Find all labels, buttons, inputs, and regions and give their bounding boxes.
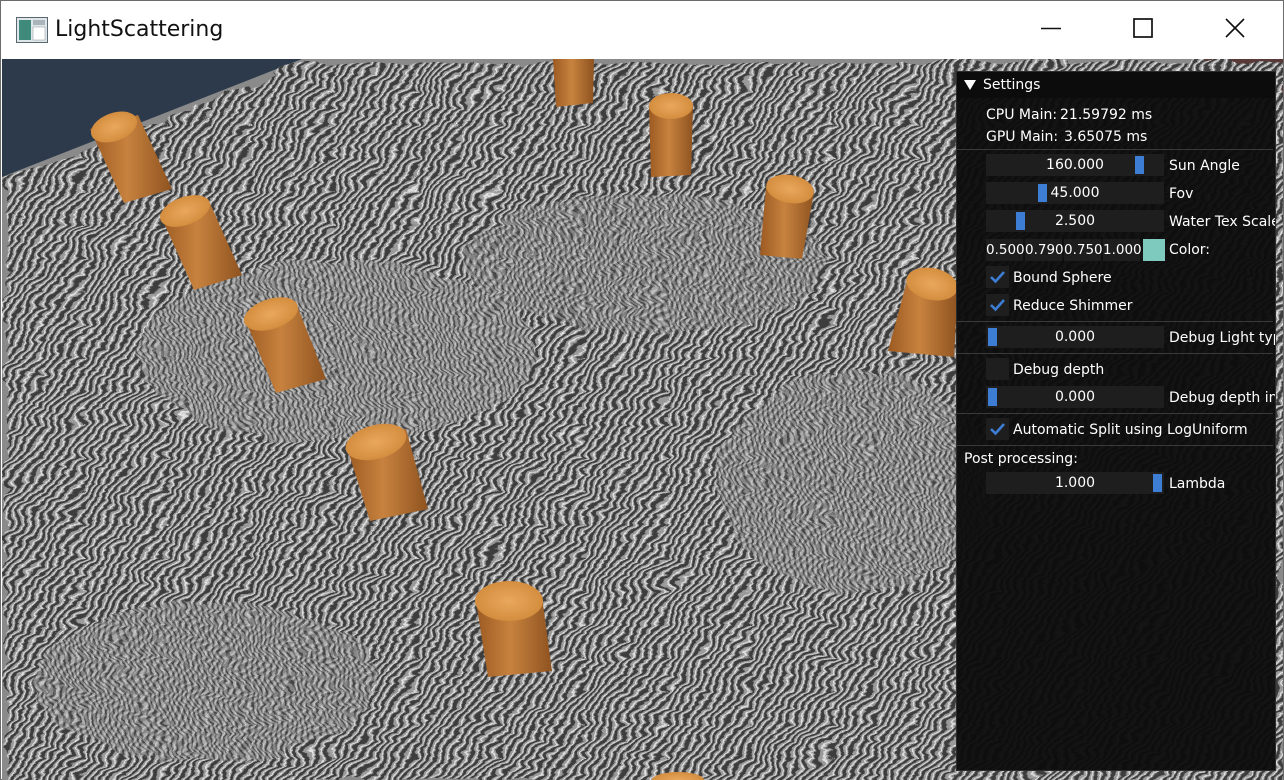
gpu-value: 3.65075 ms — [1064, 129, 1148, 145]
water-tex-scale-value: 2.500 — [1054, 213, 1096, 229]
cpu-value: 21.59792 ms — [1060, 107, 1153, 123]
slider-grab[interactable] — [1153, 474, 1162, 492]
color-r-field[interactable]: 0.500 — [986, 239, 1025, 261]
wooden-post — [553, 59, 594, 107]
lambda-label: Lambda — [1169, 476, 1226, 492]
separator — [957, 353, 1273, 354]
bound-sphere-checkbox[interactable] — [986, 266, 1009, 288]
fov-label: Fov — [1169, 186, 1194, 202]
color-a-field[interactable]: 1.000 — [1103, 239, 1142, 261]
slider-grab[interactable] — [988, 388, 997, 406]
lambda-slider[interactable]: 1.000 — [986, 472, 1164, 494]
color-g-field[interactable]: 0.790 — [1025, 239, 1064, 261]
slider-grab[interactable] — [1016, 212, 1025, 230]
cpu-label: CPU Main: — [986, 107, 1058, 123]
sun-angle-label: Sun Angle — [1169, 158, 1240, 174]
post-processing-label: Post processing: — [964, 451, 1078, 467]
settings-panel[interactable]: Settings CPU Main: 21.59792 ms GPU Main:… — [956, 71, 1276, 771]
color-swatch[interactable] — [1143, 239, 1165, 261]
window-title: LightScattering — [55, 17, 224, 42]
slider-grab[interactable] — [1135, 156, 1144, 174]
wooden-post — [475, 581, 552, 677]
app-window: LightScattering Settings CPU Main: 21.59… — [0, 0, 1284, 780]
settings-title: Settings — [983, 77, 1041, 93]
debug-depth-index-slider[interactable]: 0.000 — [986, 386, 1164, 408]
settings-header[interactable]: Settings — [957, 72, 1275, 98]
water-tex-scale-slider[interactable]: 2.500 — [986, 210, 1164, 232]
gpu-label: GPU Main: — [986, 129, 1059, 145]
fov-value: 45.000 — [1050, 185, 1100, 201]
minimize-button[interactable] — [1005, 1, 1097, 59]
bound-sphere-label: Bound Sphere — [1013, 270, 1112, 286]
maximize-icon — [1133, 17, 1153, 43]
separator — [957, 321, 1273, 322]
fov-slider[interactable]: 45.000 — [986, 182, 1164, 204]
reduce-shimmer-label: Reduce Shimmer — [1013, 298, 1133, 314]
color-b-field[interactable]: 0.750 — [1064, 239, 1103, 261]
slider-grab[interactable] — [988, 328, 997, 346]
title-bar[interactable]: LightScattering — [1, 1, 1283, 59]
automatic-split-checkbox[interactable] — [986, 418, 1009, 440]
minimize-icon — [1041, 18, 1061, 43]
reduce-shimmer-checkbox[interactable] — [986, 294, 1009, 316]
checkmark-icon — [990, 423, 1005, 436]
automatic-split-label: Automatic Split using LogUniform — [1013, 422, 1248, 438]
wooden-post — [649, 93, 693, 177]
app-window-icon — [16, 17, 48, 43]
slider-grab[interactable] — [1038, 184, 1047, 202]
close-icon — [1225, 17, 1245, 43]
debug-light-type-slider[interactable]: 0.000 — [986, 326, 1164, 348]
debug-depth-checkbox[interactable] — [986, 358, 1009, 380]
separator — [957, 413, 1273, 414]
debug-depth-index-value: 0.000 — [1054, 389, 1096, 405]
debug-depth-label: Debug depth — [1013, 362, 1105, 378]
checkmark-icon — [990, 271, 1005, 284]
debug-light-type-label: Debug Light type — [1169, 330, 1275, 346]
collapse-triangle-icon[interactable] — [964, 80, 976, 90]
debug-depth-index-label: Debug depth inde — [1169, 390, 1275, 406]
color-label: Color: — [1169, 242, 1211, 258]
lambda-value: 1.000 — [1054, 475, 1096, 491]
separator — [957, 149, 1273, 150]
separator — [957, 445, 1273, 446]
close-button[interactable] — [1189, 1, 1281, 59]
maximize-button[interactable] — [1097, 1, 1189, 59]
checkmark-icon — [990, 299, 1005, 312]
sun-angle-slider[interactable]: 160.000 — [986, 154, 1164, 176]
debug-light-type-value: 0.000 — [1054, 329, 1096, 345]
water-tex-scale-label: Water Tex Scale — [1169, 214, 1276, 230]
